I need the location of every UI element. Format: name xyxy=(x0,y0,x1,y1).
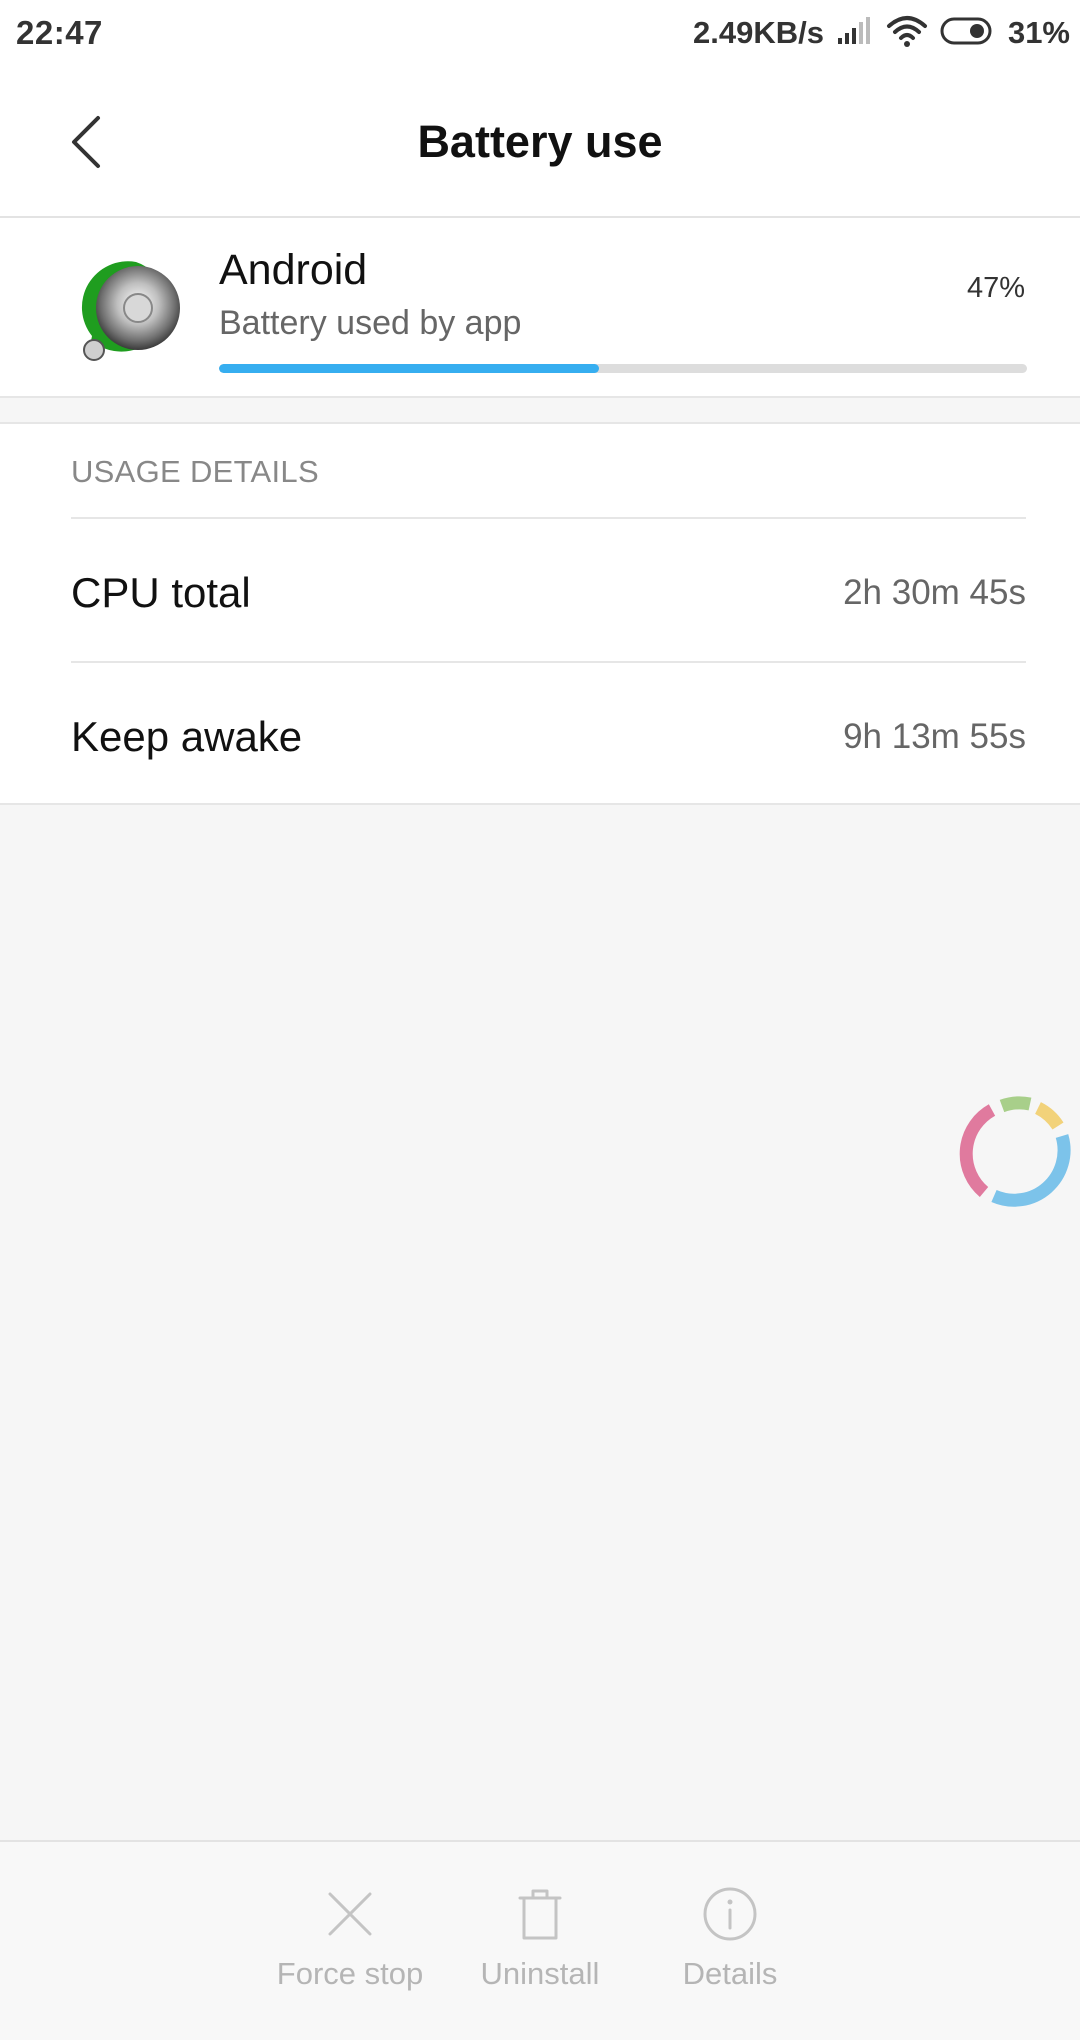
usage-row-keep-awake[interactable]: Keep awake 9h 13m 55s xyxy=(71,661,1026,805)
app-subtitle: Battery used by app xyxy=(219,304,522,342)
uninstall-label: Uninstall xyxy=(480,1956,600,1991)
status-time: 22:47 xyxy=(16,14,103,51)
wifi-icon xyxy=(886,14,928,53)
usage-progress-fill xyxy=(219,364,599,373)
row-label: Keep awake xyxy=(71,713,303,760)
usage-details-section: USAGE DETAILS CPU total 2h 30m 45s Keep … xyxy=(0,422,1080,805)
usage-row-cpu-total[interactable]: CPU total 2h 30m 45s xyxy=(71,517,1026,661)
uninstall-button[interactable]: Uninstall xyxy=(445,1886,635,2006)
header-bar: Battery use xyxy=(0,66,1080,218)
row-label: CPU total xyxy=(71,569,251,616)
usage-percent: 47% xyxy=(966,272,1025,304)
android-app-icon xyxy=(74,252,192,370)
details-button[interactable]: Details xyxy=(635,1886,825,2006)
trash-icon xyxy=(512,1886,568,1942)
battery-icon xyxy=(940,16,996,51)
info-icon xyxy=(702,1886,758,1942)
details-label: Details xyxy=(682,1956,778,1991)
force-stop-button[interactable]: Force stop xyxy=(255,1886,445,2006)
status-bar: 22:47 2.49KB/s 31% xyxy=(0,0,1080,66)
battery-percent: 31% xyxy=(1007,15,1070,50)
network-speed: 2.49KB/s xyxy=(692,15,824,50)
page-title: Battery use xyxy=(417,116,663,167)
screen: 22:47 2.49KB/s 31% Battery use Android B… xyxy=(0,0,1080,2040)
app-name: Android xyxy=(219,246,368,294)
row-value: 9h 13m 55s xyxy=(843,717,1026,756)
bottom-action-bar: Force stop Uninstall Details xyxy=(0,1840,1080,2040)
force-stop-label: Force stop xyxy=(276,1956,424,1991)
loading-spinner-icon xyxy=(952,1088,1076,1212)
row-value: 2h 30m 45s xyxy=(843,573,1026,612)
status-right-group: 2.49KB/s 31% xyxy=(693,12,1070,54)
usage-progress-bar xyxy=(219,364,1027,373)
close-icon xyxy=(322,1886,378,1942)
signal-icon xyxy=(836,16,874,51)
app-usage-card: Android Battery used by app 47% xyxy=(0,218,1080,398)
section-header: USAGE DETAILS xyxy=(71,454,319,489)
